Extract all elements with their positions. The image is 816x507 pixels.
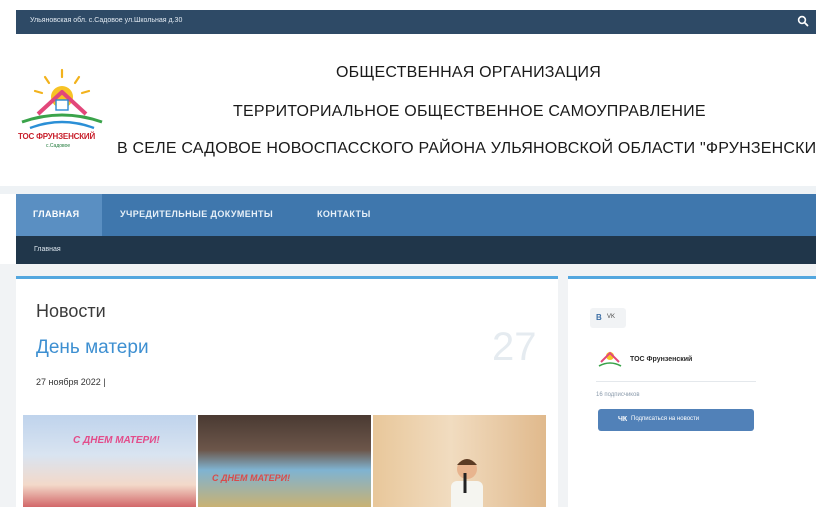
sidebar-card: В VK ТОС Фрунзенский 16 подписчиков ЧК П… <box>568 276 816 507</box>
nav-item-documents[interactable]: УЧРЕДИТЕЛЬНЫЕ ДОКУМЕНТЫ <box>120 194 273 236</box>
logo-subtitle: с.Садовое <box>46 143 71 149</box>
header-separator <box>0 186 816 194</box>
nav-item-contacts[interactable]: КОНТАКТЫ <box>317 194 371 236</box>
photo-banner: С ДНЕМ МАТЕРИ! <box>73 435 160 446</box>
divider <box>596 381 756 382</box>
vk-subscribe-button[interactable]: ЧК Подписаться на новости <box>598 409 754 431</box>
news-photo-3[interactable] <box>373 415 546 507</box>
site-logo[interactable]: ТОС ФРУНЗЕНСКИЙ с.Садовое <box>16 64 108 154</box>
main-nav: ГЛАВНАЯ УЧРЕДИТЕЛЬНЫЕ ДОКУМЕНТЫ КОНТАКТЫ <box>16 194 816 236</box>
header-line-1: ОБЩЕСТВЕННАЯ ОРГАНИЗАЦИЯ <box>336 64 602 81</box>
boy-with-microphone-figure <box>451 459 483 507</box>
group-avatar-icon[interactable] <box>598 346 622 368</box>
news-photo-2[interactable]: С ДНЕМ МАТЕРИ! <box>198 415 371 507</box>
breadcrumb-current: Главная <box>34 246 61 253</box>
vk-tab-label: VK <box>607 314 616 320</box>
news-photo-1[interactable]: С ДНЕМ МАТЕРИ! <box>23 415 196 507</box>
vk-logo-icon: ЧК <box>618 416 628 423</box>
vk-subscribers-count: 16 подписчиков <box>596 392 640 398</box>
vk-logo-icon: В <box>596 313 602 322</box>
breadcrumb: Главная <box>16 236 816 264</box>
vk-group-widget: ТОС Фрунзенский 16 подписчиков ЧК Подпис… <box>596 341 784 441</box>
news-card: Новости День матери 27 ноября 2022 | 27 … <box>16 276 558 507</box>
search-icon[interactable] <box>796 14 810 28</box>
news-section-heading: Новости <box>36 301 106 321</box>
top-info-bar: Ульяновская обл. с.Садовое ул.Школьная д… <box>16 10 816 34</box>
sun-house-logo-icon <box>21 68 103 130</box>
header-line-3: В СЕЛЕ САДОВОЕ НОВОСПАССКОГО РАЙОНА УЛЬЯ… <box>117 140 816 157</box>
vk-group-name-link[interactable]: ТОС Фрунзенский <box>630 356 692 363</box>
photo-banner: С ДНЕМ МАТЕРИ! <box>212 473 291 483</box>
news-article-title-link[interactable]: День матери <box>36 337 149 359</box>
vk-tab[interactable]: В VK <box>590 308 626 328</box>
address-text: Ульяновская обл. с.Садовое ул.Школьная д… <box>30 17 183 24</box>
news-day-number: 27 <box>492 325 537 369</box>
logo-title: ТОС ФРУНЗЕНСКИЙ <box>18 132 96 141</box>
news-date: 27 ноября 2022 | <box>36 377 106 387</box>
header-line-2: ТЕРРИТОРИАЛЬНОЕ ОБЩЕСТВЕННОЕ САМОУПРАВЛЕ… <box>233 103 706 120</box>
nav-item-home[interactable]: ГЛАВНАЯ <box>16 194 102 236</box>
vk-subscribe-label: Подписаться на новости <box>631 416 700 422</box>
